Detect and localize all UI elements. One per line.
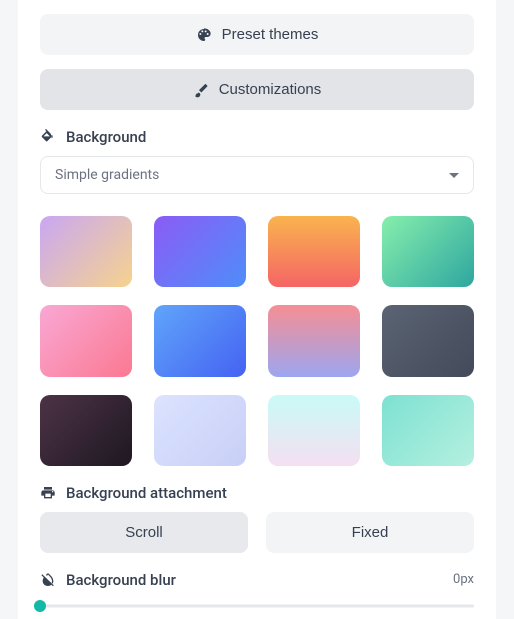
chevron-down-icon <box>449 173 459 178</box>
gradient-swatch-orange-to-red[interactable] <box>268 216 360 287</box>
brush-icon <box>193 82 209 98</box>
blur-slider[interactable] <box>40 599 474 613</box>
attachment-segmented: Scroll Fixed <box>40 512 474 553</box>
background-type-select[interactable]: Simple gradients <box>40 156 474 194</box>
attachment-label: Background attachment <box>66 484 227 502</box>
attachment-scroll-button[interactable]: Scroll <box>40 512 248 553</box>
palette-icon <box>196 27 212 43</box>
gradient-swatch-dark-plum[interactable] <box>40 395 132 466</box>
attachment-section-header: Background attachment <box>40 484 474 502</box>
gradient-swatch-aqua-to-seafoam[interactable] <box>382 395 474 466</box>
gradient-swatch-pink-to-peach[interactable] <box>40 216 132 287</box>
slider-thumb[interactable] <box>34 600 46 612</box>
background-type-value: Simple gradients <box>55 167 159 183</box>
customizations-label: Customizations <box>219 81 322 98</box>
gradient-swatch-blue-to-indigo[interactable] <box>154 305 246 376</box>
background-label: Background <box>66 128 146 146</box>
preset-themes-label: Preset themes <box>222 26 319 43</box>
gradient-swatch-mint-to-teal[interactable] <box>382 216 474 287</box>
slider-track <box>40 604 474 607</box>
blur-label: Background blur <box>66 571 176 589</box>
blur-off-icon <box>40 572 56 588</box>
gradient-swatch-grid <box>40 216 474 466</box>
printer-icon <box>40 485 56 501</box>
customizations-tab[interactable]: Customizations <box>40 69 474 110</box>
customization-panel: Preset themes Customizations Background … <box>18 0 496 619</box>
attachment-fixed-button[interactable]: Fixed <box>266 512 474 553</box>
blur-section-header: Background blur 0px <box>40 571 474 589</box>
gradient-swatch-pink-to-coral[interactable] <box>40 305 132 376</box>
gradient-swatch-slate-dark[interactable] <box>382 305 474 376</box>
gradient-swatch-pale-lavender[interactable] <box>154 395 246 466</box>
blur-value: 0px <box>453 572 474 587</box>
gradient-swatch-violet-to-blue[interactable] <box>154 216 246 287</box>
background-section-header: Background <box>40 128 474 146</box>
bucket-icon <box>40 129 56 145</box>
preset-themes-tab[interactable]: Preset themes <box>40 14 474 55</box>
gradient-swatch-pale-mint-pink[interactable] <box>268 395 360 466</box>
gradient-swatch-rose-to-lavender[interactable] <box>268 305 360 376</box>
